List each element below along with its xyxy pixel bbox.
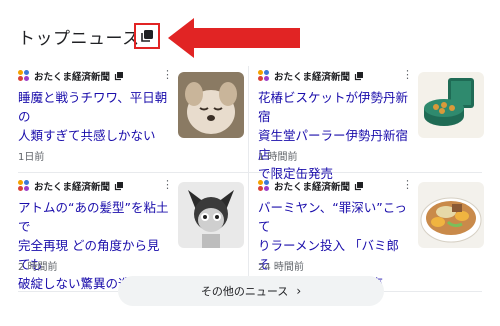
publisher-logo-icon bbox=[18, 180, 30, 192]
section-title: トップニュース bbox=[18, 29, 140, 49]
source-row: おたくま経済新聞 bbox=[18, 178, 124, 194]
red-arrow-annotation bbox=[168, 18, 300, 58]
news-card[interactable]: おたくま経済新聞 ⋮ 花椿ビスケットが伊勢丹新宿 資生堂パーラー伊勢丹新宿店 で… bbox=[258, 66, 488, 181]
news-card[interactable]: おたくま経済新聞 ⋮ バーミヤン、“罪深い”こって りラーメン投入 「バミ郎そ … bbox=[258, 176, 488, 291]
more-news-label: その他のニュース bbox=[200, 285, 289, 298]
timestamp: 1日前 bbox=[18, 152, 45, 163]
headline-link[interactable]: 花椿ビスケットが伊勢丹新宿 資生堂パーラー伊勢丹新宿店 で限定缶発売 bbox=[258, 88, 410, 183]
column-divider bbox=[248, 66, 249, 280]
full-coverage-button[interactable] bbox=[134, 23, 160, 49]
headline-link[interactable]: 睡魔と戦うチワワ、平日朝の 人類すぎて共感しかない bbox=[18, 88, 170, 145]
source-name: おたくま経済新聞 bbox=[34, 72, 111, 83]
source-name: おたくま経済新聞 bbox=[34, 182, 111, 193]
copy-stack-icon bbox=[354, 72, 364, 81]
source-name: おたくま経済新聞 bbox=[274, 182, 351, 193]
publisher-logo-icon bbox=[258, 70, 270, 82]
copy-stack-icon bbox=[354, 182, 364, 191]
more-options-icon[interactable]: ⋮ bbox=[162, 69, 173, 81]
source-row: おたくま経済新聞 bbox=[258, 178, 364, 194]
source-name: おたくま経済新聞 bbox=[274, 72, 351, 83]
copy-stack-icon bbox=[141, 30, 153, 42]
source-row: おたくま経済新聞 bbox=[258, 68, 364, 84]
more-news-button[interactable]: その他のニュース › bbox=[118, 276, 384, 306]
more-options-icon[interactable]: ⋮ bbox=[402, 179, 413, 191]
more-options-icon[interactable]: ⋮ bbox=[402, 69, 413, 81]
publisher-logo-icon bbox=[18, 70, 30, 82]
biscuit-tin-thumbnail[interactable] bbox=[418, 72, 484, 138]
news-card[interactable]: おたくま経済新聞 ⋮ アトムの“あの髪型”を粘土で 完全再現 どの角度から見ても… bbox=[18, 176, 248, 291]
more-options-icon[interactable]: ⋮ bbox=[162, 179, 173, 191]
timestamp: 1 時間前 bbox=[258, 152, 298, 163]
source-row: おたくま経済新聞 bbox=[18, 68, 124, 84]
astro-boy-thumbnail[interactable] bbox=[178, 182, 244, 248]
chevron-right-icon: › bbox=[296, 284, 302, 298]
news-card[interactable]: おたくま経済新聞 ⋮ 睡魔と戦うチワワ、平日朝の 人類すぎて共感しかない 1日前 bbox=[18, 66, 248, 176]
timestamp: 24 時間前 bbox=[258, 262, 304, 273]
divider-left bbox=[18, 291, 118, 292]
news-grid: おたくま経済新聞 ⋮ 睡魔と戦うチワワ、平日朝の 人類すぎて共感しかない 1日前… bbox=[0, 60, 500, 291]
ramen-thumbnail[interactable] bbox=[418, 182, 484, 248]
divider-right bbox=[384, 291, 482, 292]
top-news-header: トップニュース bbox=[0, 0, 500, 64]
timestamp: 2 時間前 bbox=[18, 262, 58, 273]
copy-stack-icon bbox=[114, 182, 124, 191]
publisher-logo-icon bbox=[258, 180, 270, 192]
chihuahua-thumbnail[interactable] bbox=[178, 72, 244, 138]
copy-stack-icon bbox=[114, 72, 124, 81]
